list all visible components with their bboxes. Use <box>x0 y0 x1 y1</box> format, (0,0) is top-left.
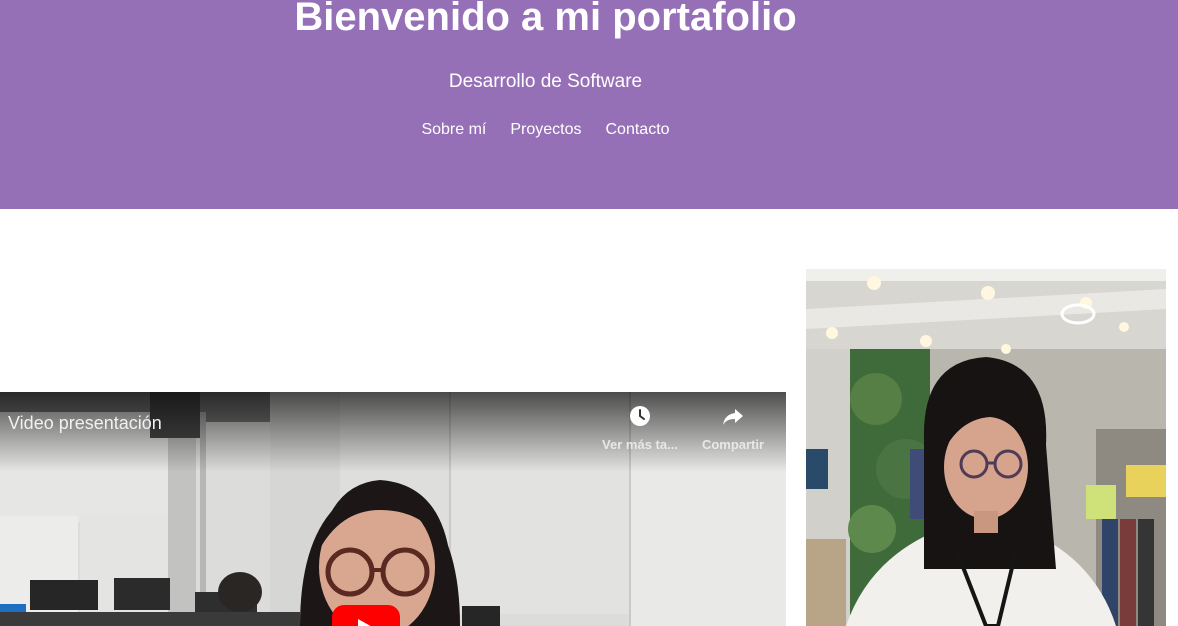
share-label: Compartir <box>701 437 765 452</box>
watch-later-button[interactable]: Ver más ta... <box>595 404 685 453</box>
site-header: Bienvenido a mi portafolio Desarrollo de… <box>0 0 1178 209</box>
main-nav: Sobre mí Proyectos Contacto <box>0 120 1091 140</box>
profile-photo <box>806 269 1166 626</box>
profile-photo-image <box>806 269 1166 626</box>
watch-later-label: Ver más ta... <box>602 437 678 452</box>
nav-link-contact[interactable]: Contacto <box>606 120 670 140</box>
nav-link-projects[interactable]: Proyectos <box>510 120 581 140</box>
page-title: Bienvenido a mi portafolio <box>294 0 797 39</box>
page-subtitle: Desarrollo de Software <box>448 71 643 92</box>
share-button[interactable]: Compartir <box>688 404 778 453</box>
share-arrow-icon <box>723 409 743 425</box>
video-embed[interactable]: Video presentación Ver más ta... Compart… <box>0 392 786 626</box>
nav-link-about[interactable]: Sobre mí <box>421 120 486 140</box>
youtube-play-icon[interactable] <box>332 605 400 626</box>
video-title[interactable]: Video presentación <box>8 412 162 434</box>
clock-icon <box>630 406 650 426</box>
